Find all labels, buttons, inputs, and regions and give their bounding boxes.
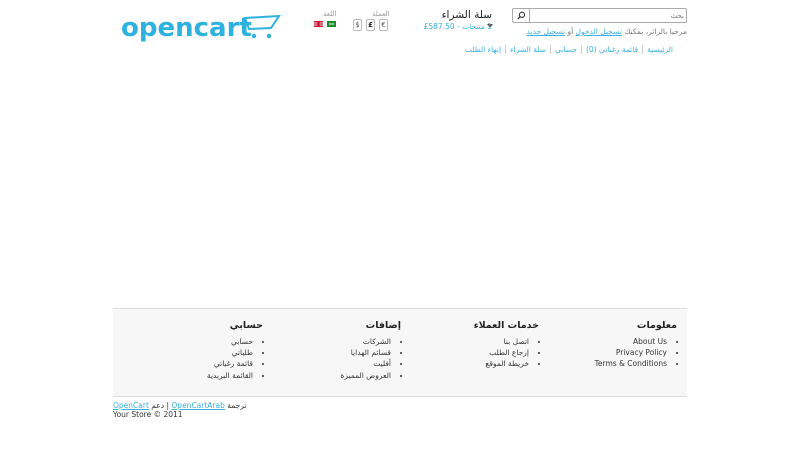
nav-checkout[interactable]: إنهاء الطلب	[461, 45, 505, 54]
nav-cart[interactable]: سلة الشراء	[505, 45, 550, 54]
logo-text: opencart	[121, 13, 252, 43]
powered-translation: ترجمة	[227, 401, 247, 410]
flag-english-icon[interactable]	[314, 20, 323, 27]
search-button[interactable]	[513, 9, 530, 22]
opencart-logo[interactable]: opencart	[121, 12, 281, 44]
search-box	[512, 8, 687, 23]
footer-link[interactable]: Terms & Conditions	[540, 358, 667, 369]
welcome-text: مرحبا بالزائر، يمكنك تسجيل الدخول أو تسج…	[527, 27, 687, 36]
footer-link[interactable]: قائمة رغباتي	[126, 358, 253, 369]
register-link[interactable]: تسجيل جديد	[527, 27, 566, 36]
footer-link[interactable]: طلباتي	[126, 347, 253, 358]
welcome-or: أو	[567, 27, 574, 36]
currency-pound-button[interactable]: £	[366, 19, 375, 31]
footer-column-my-account: حسابي حسابي طلباتي قائمة رغباتي القائمة …	[126, 320, 263, 381]
footer-link[interactable]: القائمة البريدية	[126, 370, 253, 381]
cart-title[interactable]: سلة الشراء	[442, 9, 492, 21]
footer-heading: معلومات	[636, 320, 677, 331]
powered-separator: |	[166, 401, 170, 410]
footer-heading: حسابي	[229, 320, 263, 331]
footer-heading: إضافات	[365, 320, 401, 331]
powered-support: دعم	[151, 401, 165, 410]
currency-euro-button[interactable]: €	[379, 19, 388, 31]
footer-link[interactable]: قسائم الهدايا	[264, 347, 391, 358]
currency-label: العملة	[372, 10, 390, 18]
footer-link[interactable]: الشركات	[264, 336, 391, 347]
footer-column-customer-service: خدمات العملاء اتصل بنا إرجاع الطلب خريطة…	[402, 320, 539, 370]
footer-link[interactable]: إرجاع الطلب	[402, 347, 529, 358]
currency-dollar-button[interactable]: $	[353, 19, 362, 31]
welcome-prefix: مرحبا بالزائر، يمكنك	[624, 27, 687, 36]
footer-column-extras: إضافات الشركات قسائم الهدايا أفليت العرو…	[264, 320, 401, 381]
flag-arabic-icon[interactable]	[327, 20, 336, 27]
language-label: اللغة	[323, 10, 337, 18]
footer-heading: خدمات العملاء	[473, 320, 539, 331]
nav-home[interactable]: الرئيسية	[642, 45, 677, 54]
footer-link[interactable]: أفليت	[264, 358, 391, 369]
nav-wishlist[interactable]: قائمة رغباتي (0)	[580, 45, 642, 54]
footer-link[interactable]: خريطة الموقع	[402, 358, 529, 369]
powered-by: OpenCart دعم | OpenCartArab ترجمة	[113, 401, 246, 410]
footer-link[interactable]: اتصل بنا	[402, 336, 529, 347]
opencartarab-link[interactable]: OpenCartArab	[171, 401, 224, 410]
search-input[interactable]	[531, 9, 687, 22]
cart-total[interactable]: 1 منتجات - 587.50£	[424, 22, 492, 31]
opencart-link[interactable]: OpenCart	[113, 401, 149, 410]
footer-link[interactable]: العروض المميزة	[264, 370, 391, 381]
top-nav: الرئيسية قائمة رغباتي (0) حسابي سلة الشر…	[461, 45, 677, 54]
copyright: Your Store © 2011	[113, 410, 183, 419]
nav-account[interactable]: حسابي	[550, 45, 581, 54]
search-icon	[516, 11, 525, 20]
login-link[interactable]: تسجيل الدخول	[576, 27, 622, 36]
footer-link[interactable]: About Us	[540, 336, 667, 347]
footer-column-information: معلومات About Us Privacy Policy Terms & …	[540, 320, 677, 370]
footer-link[interactable]: Privacy Policy	[540, 347, 667, 358]
footer-link[interactable]: حسابي	[126, 336, 253, 347]
